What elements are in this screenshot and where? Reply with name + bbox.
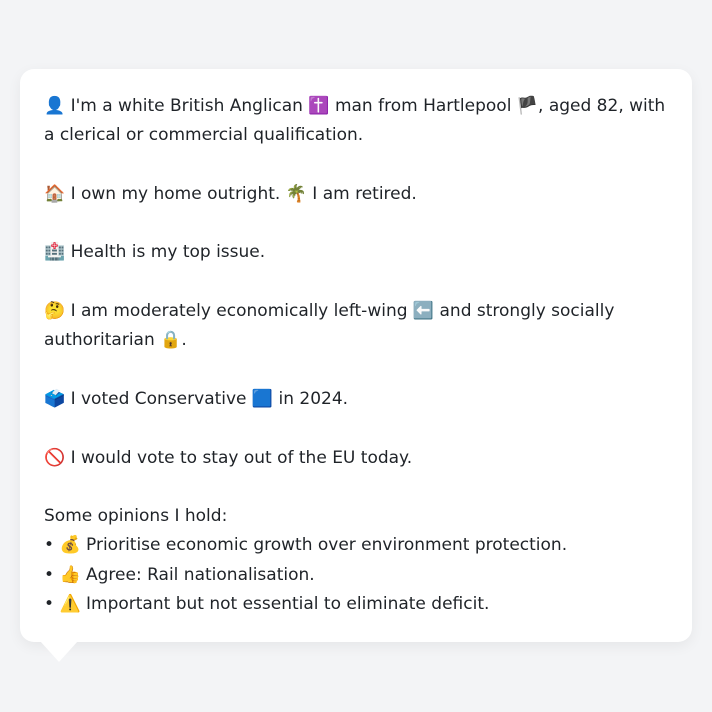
issue-paragraph: 🏥 Health is my top issue.: [44, 238, 668, 267]
hospital-icon: 🏥: [44, 242, 66, 263]
bullet: •: [44, 535, 55, 556]
prohibited-icon: 🚫: [44, 447, 66, 468]
bullet: •: [44, 594, 55, 615]
identity-paragraph: 👤 I'm a white British Anglican ✝️ man fr…: [44, 92, 668, 151]
opinions-heading: Some opinions I hold:: [44, 506, 228, 527]
opinions-list: • 💰 Prioritise economic growth over envi…: [44, 531, 668, 619]
opinion-text: Important but not essential to eliminate…: [86, 594, 490, 615]
opinions-section: Some opinions I hold: • 💰 Prioritise eco…: [44, 502, 668, 619]
bullet: •: [44, 564, 55, 585]
identity-text-1: I'm a white British Anglican: [70, 96, 303, 116]
ideology-paragraph: 🤔 I am moderately economically left-wing…: [44, 297, 668, 356]
blue-square-icon: 🟦: [251, 388, 274, 409]
list-item: • ⚠️ Important but not essential to elim…: [44, 590, 668, 619]
money-bag-icon: 💰: [59, 535, 81, 556]
list-item: • 💰 Prioritise economic growth over envi…: [44, 531, 668, 560]
england-flag-icon: 🏴: [516, 96, 539, 116]
retired-text: I am retired.: [312, 183, 417, 204]
eu-paragraph: 🚫 I would vote to stay out of the EU tod…: [44, 444, 668, 473]
eu-text: I would vote to stay out of the EU today…: [70, 447, 413, 468]
thumbs-up-icon: 👍: [59, 564, 81, 585]
persona-card: 👤 I'm a white British Anglican ✝️ man fr…: [20, 69, 692, 642]
opinion-text: Agree: Rail nationalisation.: [86, 564, 315, 585]
identity-text-2: man from Hartlepool: [334, 96, 512, 116]
ideology-text-1: I am moderately economically left-wing: [70, 301, 408, 322]
palm-tree-icon: 🌴: [285, 183, 307, 204]
ballot-box-icon: 🗳️: [44, 388, 66, 409]
warning-icon: ⚠️: [59, 594, 81, 615]
ideology-text-3: .: [181, 330, 187, 351]
home-text: I own my home outright.: [70, 183, 281, 204]
vote-paragraph: 🗳️ I voted Conservative 🟦 in 2024.: [44, 385, 668, 414]
list-item: • 👍 Agree: Rail nationalisation.: [44, 561, 668, 590]
vote-text-2: in 2024.: [278, 388, 349, 409]
speech-bubble-tail: [40, 641, 78, 662]
issue-text: Health is my top issue.: [70, 242, 266, 263]
lock-icon: 🔒: [160, 330, 182, 351]
cross-icon: ✝️: [308, 96, 330, 116]
house-icon: 🏠: [44, 183, 66, 204]
thinking-face-icon: 🤔: [44, 301, 66, 322]
left-arrow-icon: ⬅️: [412, 301, 435, 322]
opinion-text: Prioritise economic growth over environm…: [86, 535, 568, 556]
vote-text-1: I voted Conservative: [70, 388, 247, 409]
person-icon: 👤: [44, 96, 66, 116]
housing-paragraph: 🏠 I own my home outright. 🌴 I am retired…: [44, 180, 668, 209]
